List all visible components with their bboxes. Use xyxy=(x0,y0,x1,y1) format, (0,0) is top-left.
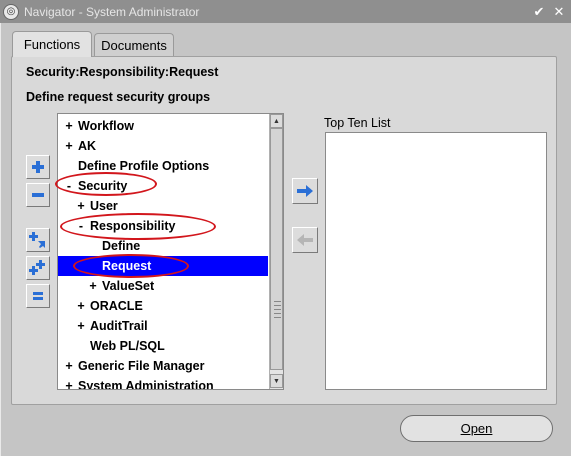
window-title: Navigator - System Administrator xyxy=(24,4,200,19)
remove-from-top-ten-button[interactable] xyxy=(292,227,318,253)
tree-item-label: ORACLE xyxy=(90,299,143,313)
tree-item[interactable]: - Responsibility xyxy=(58,216,268,236)
tree-item[interactable]: + Workflow xyxy=(58,116,268,136)
tree-item[interactable]: Define Profile Options xyxy=(58,156,268,176)
tree-item-label: ValueSet xyxy=(102,279,155,293)
tree-item-label: Request xyxy=(102,259,152,273)
tree-item-label: Security xyxy=(78,179,128,193)
tree-toggle[interactable]: + xyxy=(74,319,88,333)
tree-item-label: User xyxy=(90,199,118,213)
function-tree[interactable]: + Workflow + AK Define Profile Options - Secur… xyxy=(57,113,284,390)
scroll-thumb[interactable] xyxy=(270,128,283,370)
tree-item-label: AuditTrail xyxy=(90,319,148,333)
tab-functions[interactable]: Functions xyxy=(12,31,92,57)
tree-item-label: Define xyxy=(102,239,141,253)
open-button[interactable]: Open xyxy=(400,415,553,442)
tree-scrollbar[interactable]: ▲ ▼ xyxy=(269,114,283,389)
scroll-down-arrow[interactable]: ▼ xyxy=(270,374,283,388)
right-arrow-icon xyxy=(297,185,313,197)
tree-item-label: System Administration xyxy=(78,379,214,390)
tree-item-label: AK xyxy=(78,139,97,153)
tree-toggle[interactable]: - xyxy=(62,179,76,193)
scroll-up-arrow[interactable]: ▲ xyxy=(270,114,283,128)
expand-branch-button[interactable] xyxy=(26,228,50,252)
tab-functions-label: Functions xyxy=(23,37,81,52)
tree-item[interactable]: + System Administration xyxy=(58,376,268,390)
tree-toggle[interactable]: + xyxy=(74,299,88,313)
tree-toggle[interactable]: - xyxy=(74,219,88,233)
expand-all-button[interactable] xyxy=(26,256,50,280)
collapse-all-icon xyxy=(33,292,43,300)
expand-all-icon xyxy=(29,260,45,275)
tree-item-label: Web PL/SQL xyxy=(90,339,165,353)
tree-item[interactable]: + ORACLE xyxy=(58,296,268,316)
collapse-all-button[interactable] xyxy=(26,284,50,308)
function-description: Define request security groups xyxy=(26,90,211,104)
expand-button[interactable] xyxy=(26,155,50,179)
tree-item[interactable]: + ValueSet xyxy=(58,276,268,296)
tree-item[interactable]: + User xyxy=(58,196,268,216)
tree-item[interactable]: - Security xyxy=(58,176,268,196)
collapse-button[interactable] xyxy=(26,183,50,207)
tree-item[interactable]: Request xyxy=(58,256,268,276)
plus-icon xyxy=(32,161,44,173)
expand-branch-icon xyxy=(29,232,45,248)
title-bar: ◎ Navigator - System Administrator ✔ ✕ xyxy=(0,0,571,23)
tree-item-label: Workflow xyxy=(78,119,135,133)
app-icon: ◎ xyxy=(3,3,19,20)
tree-item-label: Responsibility xyxy=(90,219,176,233)
tree-item[interactable]: + AK xyxy=(58,136,268,156)
tree-item[interactable]: + AuditTrail xyxy=(58,316,268,336)
tree-item[interactable]: + Generic File Manager xyxy=(58,356,268,376)
minimize-icon[interactable]: ✔ xyxy=(531,4,547,20)
top-ten-list-label: Top Ten List xyxy=(324,116,391,130)
tree-toggle[interactable]: + xyxy=(62,139,76,153)
top-ten-list[interactable] xyxy=(325,132,547,390)
open-button-label: Open xyxy=(460,421,493,436)
tree-toggle[interactable]: + xyxy=(62,379,76,389)
tree-toggle[interactable]: + xyxy=(62,119,76,133)
breadcrumb: Security:Responsibility:Request xyxy=(26,65,219,79)
tree-toggle[interactable]: + xyxy=(86,279,100,293)
left-arrow-icon xyxy=(297,234,313,246)
add-to-top-ten-button[interactable] xyxy=(292,178,318,204)
minus-icon xyxy=(32,193,44,197)
tree-toggle[interactable]: + xyxy=(62,359,76,373)
tree-toggle[interactable]: + xyxy=(74,199,88,213)
tab-documents-label: Documents xyxy=(101,38,167,53)
tab-documents[interactable]: Documents xyxy=(94,33,174,57)
tree-item-label: Define Profile Options xyxy=(78,159,210,173)
tree-item[interactable]: Web PL/SQL xyxy=(58,336,268,356)
tree-item-label: Generic File Manager xyxy=(78,359,205,373)
tree-item[interactable]: Define xyxy=(58,236,268,256)
close-icon[interactable]: ✕ xyxy=(551,4,567,20)
